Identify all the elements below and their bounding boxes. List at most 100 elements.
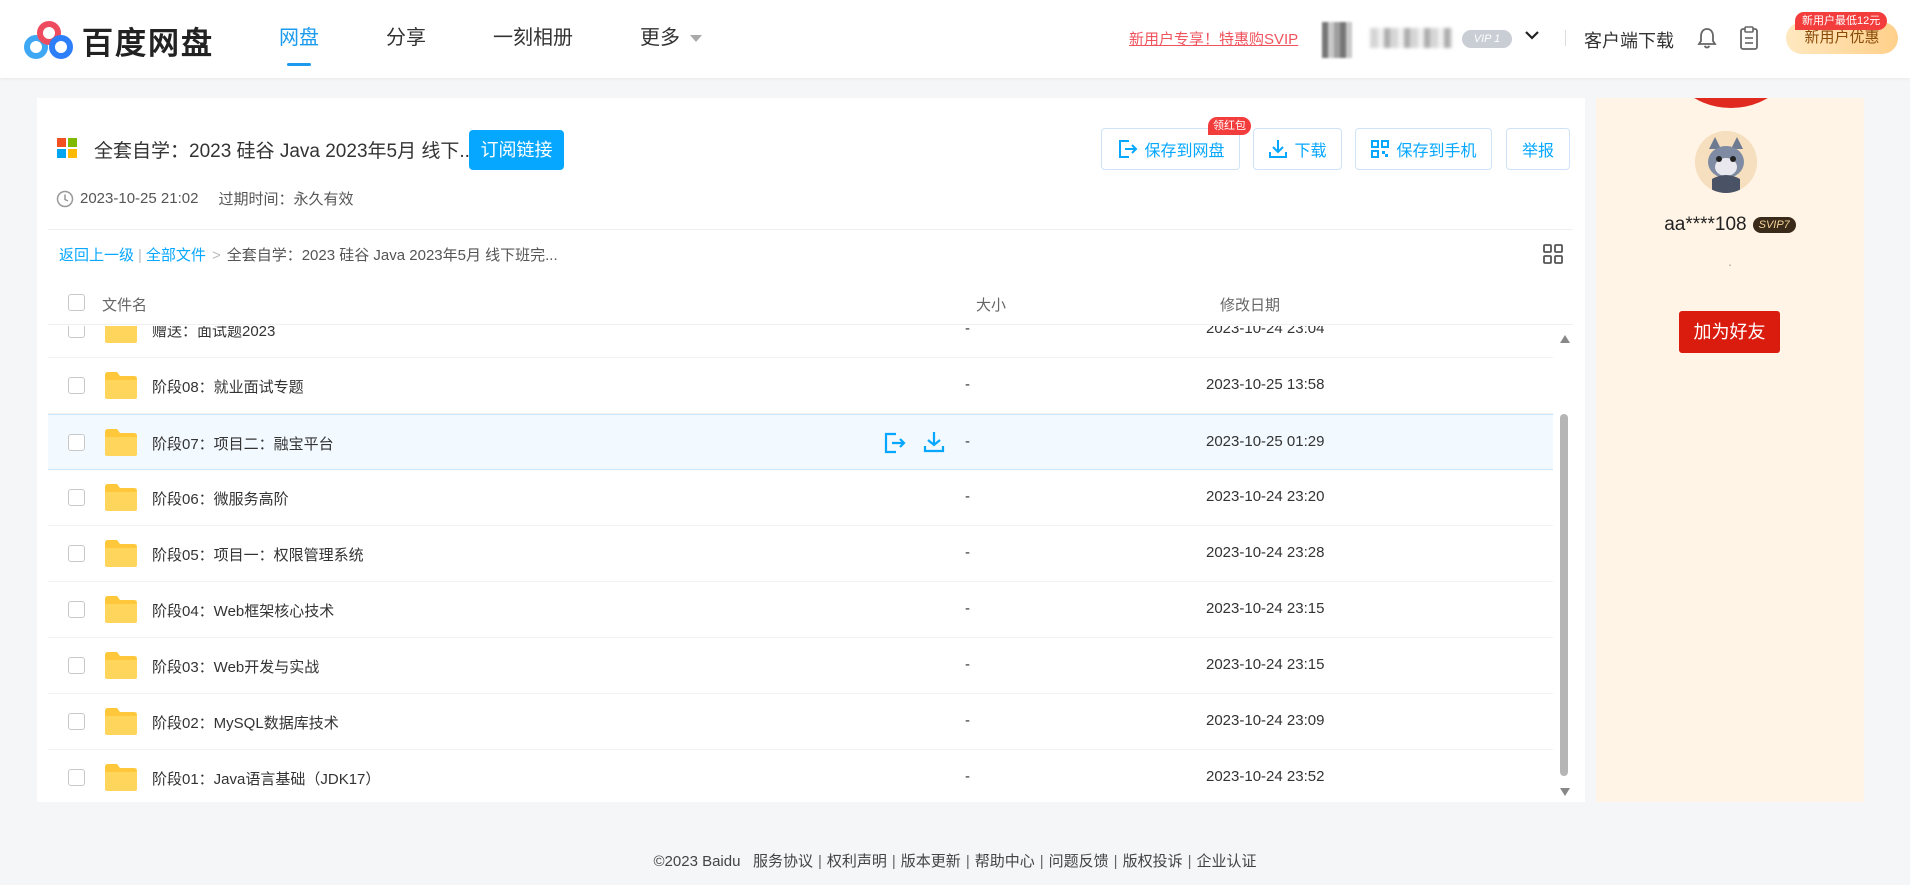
- chevron-down-icon[interactable]: [1524, 27, 1540, 43]
- svip-promo-link[interactable]: 新用户专享！特惠购SVIP: [1129, 28, 1298, 49]
- column-header-name[interactable]: 文件名: [102, 294, 147, 315]
- report-button[interactable]: 举报: [1506, 128, 1570, 170]
- file-date: 2023-10-24 23:09: [1206, 712, 1325, 729]
- file-date: 2023-10-24 23:15: [1206, 656, 1325, 673]
- file-name[interactable]: 赠送：面试题2023: [152, 326, 275, 341]
- file-date: 2023-10-24 23:20: [1206, 488, 1325, 505]
- nav-item-netdisk[interactable]: 网盘: [279, 0, 319, 78]
- file-date: 2023-10-25 01:29: [1206, 433, 1325, 450]
- baidu-netdisk-logo[interactable]: 百度网盘: [24, 18, 214, 63]
- caret-down-icon: [690, 35, 702, 43]
- scroll-up-arrow-icon[interactable]: [1560, 335, 1570, 343]
- footer-link-feedback[interactable]: 问题反馈: [1049, 853, 1109, 870]
- file-row[interactable]: 阶段02：MySQL数据库技术 - 2023-10-24 23:09: [48, 694, 1553, 750]
- folder-icon: [105, 429, 137, 456]
- row-save-icon[interactable]: [882, 431, 906, 455]
- file-name[interactable]: 阶段04：Web框架核心技术: [152, 600, 334, 621]
- new-user-price-badge: 新用户最低12元: [1795, 12, 1888, 30]
- row-checkbox[interactable]: [68, 489, 85, 506]
- share-title: 全套自学：2023 硅谷 Java 2023年5月 线下...: [94, 141, 476, 162]
- file-row[interactable]: 阶段01：Java语言基础（JDK17） - 2023-10-24 23:52: [48, 750, 1553, 802]
- subscribe-link-button[interactable]: 订阅链接: [469, 130, 564, 170]
- scrollbar-thumb[interactable]: [1560, 414, 1568, 776]
- sharer-name-row: aa****108 SVIP7: [1596, 214, 1864, 236]
- row-checkbox[interactable]: [68, 713, 85, 730]
- download-button[interactable]: 下载: [1253, 128, 1342, 170]
- user-avatar[interactable]: [1322, 22, 1352, 58]
- add-friend-button[interactable]: 加为好友: [1679, 311, 1780, 353]
- grid-view-icon[interactable]: [1542, 243, 1564, 265]
- nav-item-yike-album[interactable]: 一刻相册: [493, 0, 573, 78]
- file-date: 2023-10-24 23:04: [1206, 326, 1325, 337]
- clipboard-icon[interactable]: [1738, 25, 1760, 51]
- footer-link-enterprise[interactable]: 企业认证: [1196, 853, 1256, 870]
- row-checkbox[interactable]: [68, 601, 85, 618]
- footer-link-copyright-complaint[interactable]: 版权投诉: [1123, 853, 1183, 870]
- folder-icon: [105, 708, 137, 735]
- client-download-link[interactable]: 客户端下载: [1584, 27, 1674, 53]
- file-name[interactable]: 阶段02：MySQL数据库技术: [152, 712, 339, 733]
- folder-icon: [105, 596, 137, 623]
- save-to-phone-button[interactable]: 保存到手机: [1355, 128, 1492, 170]
- file-name[interactable]: 阶段06：微服务高阶: [152, 488, 289, 509]
- vip-level-badge: VIP 1: [1462, 30, 1512, 48]
- svip-badge: SVIP7: [1752, 217, 1796, 233]
- file-row[interactable]: 阶段04：Web框架核心技术 - 2023-10-24 23:15: [48, 582, 1553, 638]
- file-name[interactable]: 阶段08：就业面试专题: [152, 376, 304, 397]
- file-row[interactable]: 阶段07：项目二：融宝平台 - 2023-10-25 01:29: [48, 414, 1553, 470]
- file-name[interactable]: 阶段01：Java语言基础（JDK17）: [152, 768, 380, 789]
- column-header-date[interactable]: 修改日期: [1220, 294, 1280, 315]
- user-name-blurred[interactable]: [1370, 28, 1452, 48]
- row-download-icon[interactable]: [922, 430, 946, 454]
- folder-icon: [105, 652, 137, 679]
- footer-copyright: ©2023 Baidu: [653, 853, 741, 870]
- scroll-down-arrow-icon[interactable]: [1560, 788, 1570, 796]
- folder-icon: [105, 764, 137, 791]
- sharer-avatar[interactable]: [1695, 131, 1757, 193]
- row-checkbox[interactable]: [68, 326, 85, 338]
- file-list-scrollbar[interactable]: [1557, 330, 1571, 802]
- file-date: 2023-10-24 23:52: [1206, 768, 1325, 785]
- red-packet-badge: 领红包: [1208, 117, 1251, 135]
- select-all-checkbox[interactable]: [68, 294, 85, 311]
- nav-item-share[interactable]: 分享: [386, 0, 426, 78]
- header-divider: [1565, 30, 1566, 46]
- file-row[interactable]: 阶段03：Web开发与实战 - 2023-10-24 23:15: [48, 638, 1553, 694]
- clock-icon: [56, 190, 74, 207]
- folder-icon: [105, 484, 137, 511]
- row-checkbox[interactable]: [68, 657, 85, 674]
- row-checkbox[interactable]: [68, 769, 85, 786]
- file-size: -: [965, 433, 970, 450]
- file-row[interactable]: 阶段06：微服务高阶 - 2023-10-24 23:20: [48, 470, 1553, 526]
- file-name[interactable]: 阶段05：项目一：权限管理系统: [152, 544, 364, 565]
- footer-link-rights[interactable]: 权利声明: [827, 853, 887, 870]
- file-size: -: [965, 488, 970, 505]
- row-checkbox[interactable]: [68, 434, 85, 451]
- bell-icon[interactable]: [1696, 26, 1718, 50]
- back-link[interactable]: 返回上一级: [59, 247, 134, 264]
- file-row[interactable]: 阶段08：就业面试专题 - 2023-10-25 13:58: [48, 358, 1553, 414]
- nav-item-more[interactable]: 更多: [640, 0, 702, 78]
- file-table-header: 文件名 大小 修改日期: [48, 281, 1573, 325]
- footer-link-version[interactable]: 版本更新: [901, 853, 961, 870]
- footer-link-help[interactable]: 帮助中心: [975, 853, 1035, 870]
- file-name[interactable]: 阶段07：项目二：融宝平台: [152, 433, 334, 454]
- file-size: -: [965, 376, 970, 393]
- row-checkbox[interactable]: [68, 377, 85, 394]
- row-checkbox[interactable]: [68, 545, 85, 562]
- file-size: -: [965, 656, 970, 673]
- share-date-row: 2023-10-25 21:02 过期时间：永久有效: [56, 188, 353, 209]
- footer-link-service-agreement[interactable]: 服务协议: [753, 853, 813, 870]
- column-header-size[interactable]: 大小: [976, 294, 1006, 315]
- all-files-link[interactable]: 全部文件: [146, 247, 206, 264]
- file-name[interactable]: 阶段03：Web开发与实战: [152, 656, 319, 677]
- breadcrumb: 返回上一级 | 全部文件 > 全套自学：2023 硅谷 Java 2023年5月 线下班…: [59, 247, 558, 264]
- breadcrumb-current: 全套自学：2023 硅谷 Java 2023年5月 线下班完...: [226, 247, 558, 264]
- file-row[interactable]: 阶段05：项目一：权限管理系统 - 2023-10-24 23:28: [48, 526, 1553, 582]
- main-nav: 网盘 分享 一刻相册 更多: [279, 0, 769, 78]
- file-size: -: [965, 544, 970, 561]
- logo-text: 百度网盘: [82, 26, 214, 61]
- page-footer: ©2023 Baidu 服务协议 | 权利声明 | 版本更新 | 帮助中心 | 问题反馈 | 版权投…: [653, 853, 1257, 870]
- file-row[interactable]: 赠送：面试题2023 - 2023-10-24 23:04: [48, 326, 1553, 358]
- download-icon: [1269, 140, 1288, 158]
